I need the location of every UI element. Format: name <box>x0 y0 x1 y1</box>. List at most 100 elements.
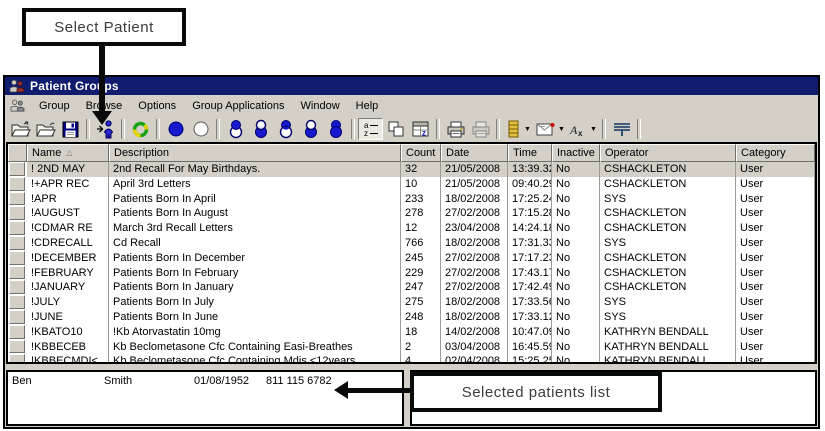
callout-arrow-line-down <box>99 44 105 112</box>
mail-merge-dropdown-caret[interactable]: ▼ <box>558 126 567 133</box>
print-icon <box>446 121 466 138</box>
cell-time: 17:15.28 <box>508 206 552 221</box>
table-row[interactable]: !+APR REC April 3rd Letters 10 21/05/200… <box>8 177 815 192</box>
table-row[interactable]: !KBATO10 !Kb Atorvastatin 10mg 18 14/02/… <box>8 325 815 340</box>
table-row[interactable]: !FEBRUARY Patients Born In February 229 … <box>8 266 815 281</box>
cell-operator: SYS <box>600 295 736 310</box>
table-row[interactable]: !JULY Patients Born In July 275 18/02/20… <box>8 295 815 310</box>
mail-merge-button[interactable] <box>533 118 557 140</box>
remove-patient-dropdown-caret[interactable]: ▼ <box>590 126 599 133</box>
cell-description: 2nd Recall For May Birthdays. <box>109 162 401 177</box>
row-selector[interactable] <box>9 280 25 294</box>
cell-description: Kb Beclometasone Cfc Containing Easi-Bre… <box>109 340 401 355</box>
sort-az-button[interactable]: a z <box>358 118 383 140</box>
deselect-all-button[interactable] <box>188 118 213 140</box>
cell-inactive: No <box>552 162 600 177</box>
group-schedule-button[interactable]: z <box>408 118 433 140</box>
header-inactive[interactable]: Inactive <box>552 144 600 162</box>
table-row[interactable]: !AUGUST Patients Born In August 278 27/0… <box>8 206 815 221</box>
table-row[interactable]: !APR Patients Born In April 233 18/02/20… <box>8 192 815 207</box>
table-row[interactable]: !DECEMBER Patients Born In December 245 … <box>8 251 815 266</box>
header-time[interactable]: Time <box>508 144 552 162</box>
save-icon <box>62 121 79 138</box>
table-row[interactable]: !CDRECALL Cd Recall 766 18/02/2008 17:31… <box>8 236 815 251</box>
cell-name: !FEBRUARY <box>27 266 109 281</box>
table-row[interactable]: !CDMAR RE March 3rd Recall Letters 12 23… <box>8 221 815 236</box>
cell-inactive: No <box>552 340 600 355</box>
cell-description: April 3rd Letters <box>109 177 401 192</box>
menu-item-window[interactable]: Window <box>293 97 348 115</box>
cell-count: 18 <box>401 325 441 340</box>
cell-count: 12 <box>401 221 441 236</box>
cell-category: User <box>736 236 815 251</box>
row-selector[interactable] <box>9 266 25 280</box>
set-intersect-button[interactable] <box>273 118 298 140</box>
row-selector[interactable] <box>9 177 25 191</box>
group-window-icon[interactable] <box>10 99 25 112</box>
set-exclude-button[interactable] <box>298 118 323 140</box>
row-selector[interactable] <box>9 206 25 220</box>
menu-item-group-applications[interactable]: Group Applications <box>184 97 292 115</box>
toolbar-separator <box>216 119 220 139</box>
refresh-group-button[interactable] <box>128 118 153 140</box>
cell-count: 247 <box>401 280 441 295</box>
new-group-button[interactable] <box>8 118 33 140</box>
cell-description: Patients Born In December <box>109 251 401 266</box>
header-description[interactable]: Description <box>109 144 401 162</box>
cell-name: !APR <box>27 192 109 207</box>
open-group-button[interactable] <box>33 118 58 140</box>
row-selector[interactable] <box>9 295 25 309</box>
view-list-button[interactable] <box>503 118 523 140</box>
print-button[interactable] <box>443 118 468 140</box>
row-selector[interactable] <box>9 325 25 339</box>
selected-patients-callout-label: Selected patients list <box>462 384 611 401</box>
header-count[interactable]: Count <box>401 144 441 162</box>
header-date[interactable]: Date <box>441 144 508 162</box>
table-row[interactable]: ! 2ND MAY 2nd Recall For May Birthdays. … <box>8 162 815 177</box>
menu-item-group[interactable]: Group <box>31 97 78 115</box>
remove-patient-button[interactable]: A x <box>567 118 589 140</box>
row-selector[interactable] <box>9 221 25 235</box>
copy-group-button[interactable] <box>383 118 408 140</box>
cell-time: 17:33.12 <box>508 310 552 325</box>
cell-operator: CSHACKLETON <box>600 206 736 221</box>
header-operator[interactable]: Operator <box>600 144 736 162</box>
print-preview-button[interactable] <box>468 118 493 140</box>
row-selector[interactable] <box>9 310 25 324</box>
header-category[interactable]: Category <box>736 144 815 162</box>
toolbar-separator <box>496 119 500 139</box>
cell-name: !KBBECEB <box>27 340 109 355</box>
cell-operator: SYS <box>600 236 736 251</box>
menu-item-options[interactable]: Options <box>130 97 184 115</box>
cell-inactive: No <box>552 310 600 325</box>
set-combine-1-button[interactable] <box>223 118 248 140</box>
row-selector[interactable] <box>9 162 25 176</box>
table-header: Name△ Description Count Date Time Inacti… <box>8 144 815 162</box>
save-group-button[interactable] <box>58 118 83 140</box>
svg-text:z: z <box>422 128 426 137</box>
row-selector[interactable] <box>9 340 25 354</box>
menu-item-help[interactable]: Help <box>348 97 387 115</box>
cell-name: !+APR REC <box>27 177 109 192</box>
set-union-button[interactable] <box>323 118 348 140</box>
title-bar[interactable]: Patient Groups <box>5 77 818 95</box>
table-row[interactable]: !KBBECEB Kb Beclometasone Cfc Containing… <box>8 340 815 355</box>
cell-category: User <box>736 340 815 355</box>
cell-time: 14:24.18 <box>508 221 552 236</box>
cell-operator: KATHRYN BENDALL <box>600 325 736 340</box>
set-intersect-icon <box>277 119 295 139</box>
row-selector[interactable] <box>9 251 25 265</box>
select-all-button[interactable] <box>163 118 188 140</box>
header-name[interactable]: Name△ <box>27 144 109 162</box>
table-row[interactable]: !KBBECMDI< Kb Beclometasone Cfc Containi… <box>8 354 815 362</box>
set-combine-2-button[interactable] <box>248 118 273 140</box>
row-selector[interactable] <box>9 354 25 362</box>
cell-time: 09:40.29 <box>508 177 552 192</box>
collapse-panel-button[interactable] <box>609 118 634 140</box>
row-selector[interactable] <box>9 192 25 206</box>
view-list-dropdown-caret[interactable]: ▼ <box>524 126 533 133</box>
cell-description: Kb Beclometasone Cfc Containing Mdis <12… <box>109 354 401 362</box>
table-row[interactable]: !JANUARY Patients Born In January 247 27… <box>8 280 815 295</box>
table-row[interactable]: !JUNE Patients Born In June 248 18/02/20… <box>8 310 815 325</box>
row-selector[interactable] <box>9 236 25 250</box>
